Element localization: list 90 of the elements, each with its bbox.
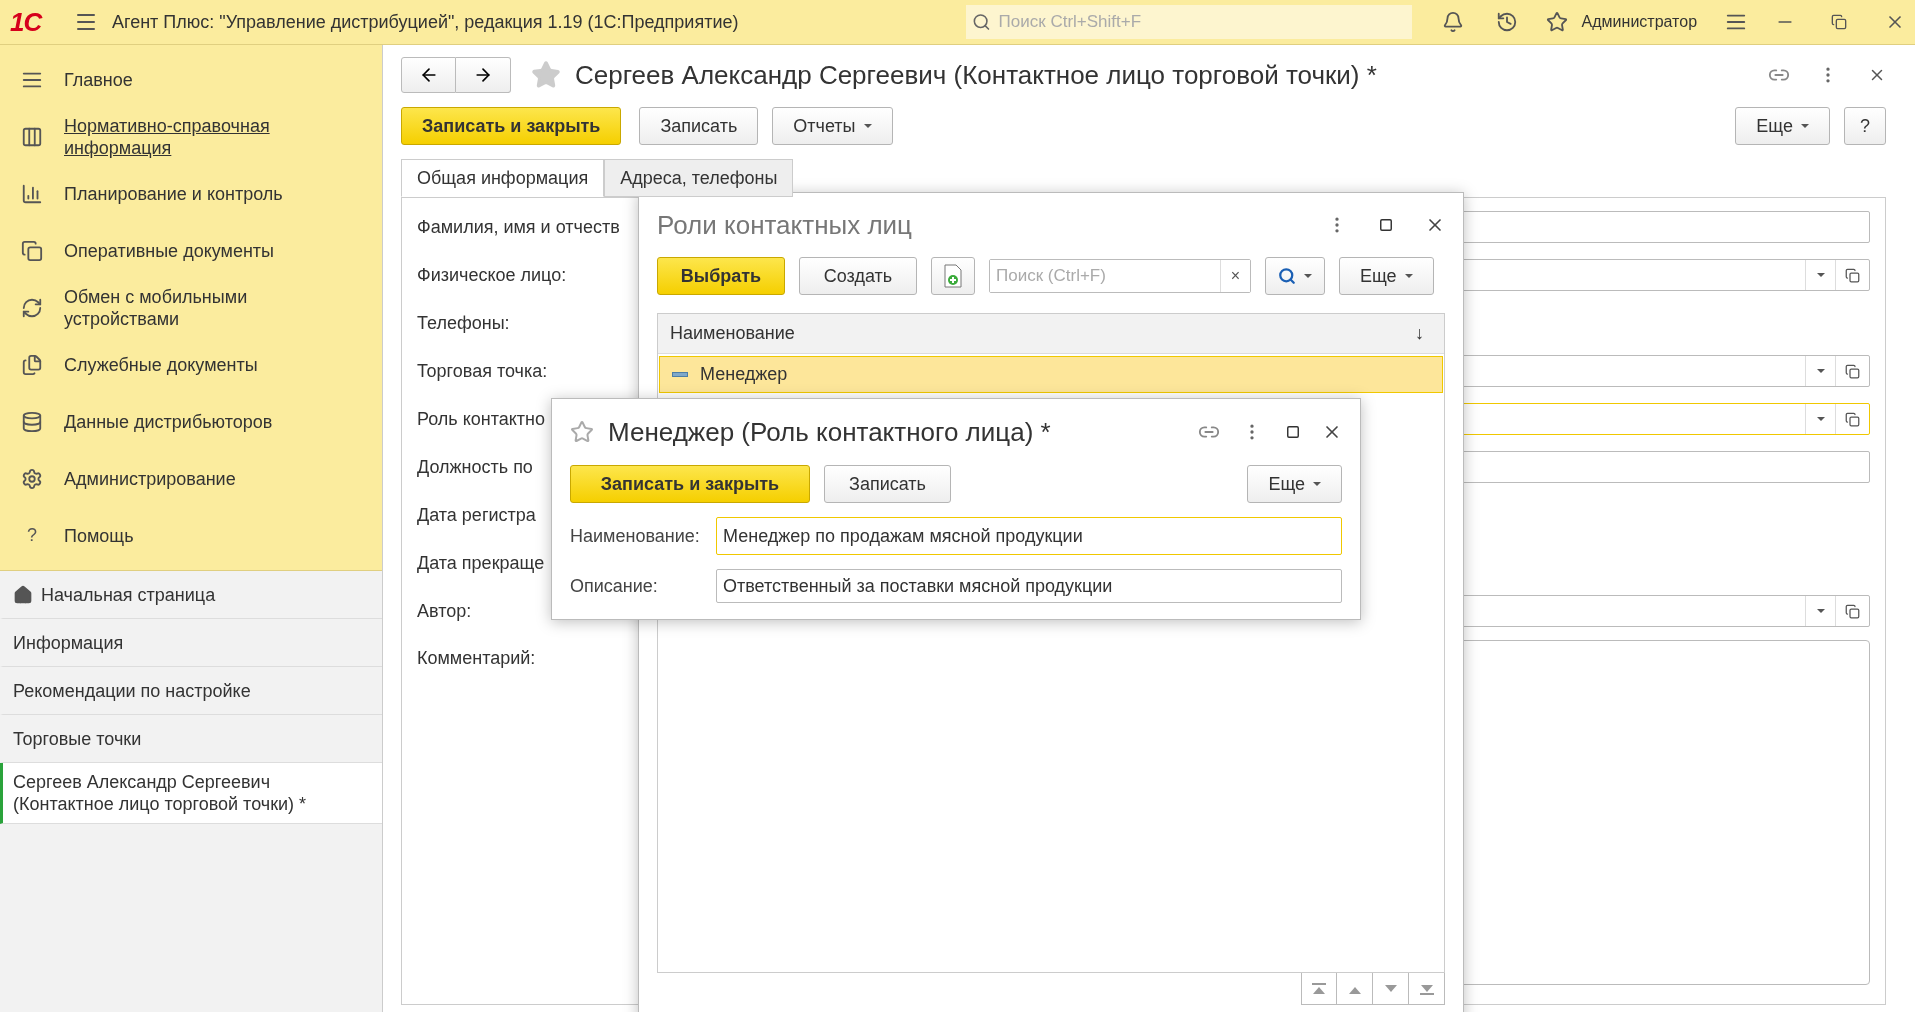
database-icon: [20, 410, 44, 433]
columns-icon: [20, 125, 44, 148]
field-label: Дата прекраще: [417, 552, 546, 574]
scroll-down-button[interactable]: [1373, 973, 1409, 1005]
copy-doc-button[interactable]: [931, 257, 975, 295]
section-link[interactable]: Главное: [64, 68, 133, 91]
open-window-label: Сергеев Александр Сергеевич (Контактное лицо торговой точки) *: [13, 771, 308, 815]
app-logo: 1С: [10, 6, 44, 38]
search-field[interactable]: Поиск Ctrl+Shift+F: [965, 5, 1412, 39]
search-button[interactable]: [1265, 257, 1325, 295]
scroll-bottom-button[interactable]: [1409, 973, 1445, 1005]
history-icon[interactable]: [1495, 11, 1518, 33]
sort-indicator[interactable]: ↓: [1415, 323, 1424, 344]
back-button[interactable]: [401, 57, 456, 93]
scroll-top-icon: [1310, 981, 1328, 996]
save-close-button[interactable]: Записать и закрыть: [401, 107, 622, 145]
scroll-top-button[interactable]: [1301, 973, 1337, 1005]
field-label: Физическое лицо:: [417, 264, 568, 286]
documents-icon: [20, 239, 44, 262]
help-button[interactable]: ?: [1844, 107, 1886, 145]
search-icon: [1278, 267, 1296, 285]
field-label: Роль контактно: [417, 408, 547, 430]
section-link[interactable]: Оперативные документы: [64, 239, 275, 262]
open-window-label: Рекомендации по настройке: [13, 679, 251, 702]
star-icon[interactable]: [1545, 11, 1568, 33]
open-icon[interactable]: [1845, 363, 1860, 379]
dialog-title: Менеджер (Роль контактного лица) *: [608, 416, 1051, 448]
user-name[interactable]: Администратор: [1581, 13, 1698, 31]
section-link[interactable]: Помощь: [64, 524, 134, 547]
tab[interactable]: Общая информация: [401, 159, 605, 197]
scroll-up-button[interactable]: [1337, 973, 1373, 1005]
more-button[interactable]: Еще: [1247, 465, 1342, 503]
section-link[interactable]: Планирование и контроль: [64, 182, 283, 205]
open-icon[interactable]: [1845, 603, 1860, 619]
app-title: Агент Плюс: "Управление дистрибуцией", редакция 1.19 (1С:Предприятие): [112, 11, 740, 33]
dialog-title: Роли контактных лиц: [657, 209, 912, 241]
more-button[interactable]: Еще: [1735, 107, 1830, 145]
save-close-button[interactable]: Записать и закрыть: [570, 465, 810, 503]
table-row[interactable]: Менеджер: [659, 356, 1443, 393]
forward-button[interactable]: [456, 57, 511, 93]
field-label: Описание:: [570, 575, 659, 597]
refresh-icon: [20, 296, 44, 319]
field-label: Фамилия, имя и отчеств: [417, 216, 621, 238]
column-header[interactable]: Наименование: [670, 323, 795, 344]
table-cell: Менеджер: [700, 364, 788, 385]
gear-icon: [20, 467, 44, 490]
open-window-item[interactable]: Сергеев Александр Сергеевич (Контактное лицо торговой точки) *: [0, 763, 382, 824]
open-window-label: Торговые точки: [13, 727, 142, 750]
choose-button[interactable]: Выбрать: [657, 257, 785, 295]
bell-icon[interactable]: [1441, 11, 1464, 33]
search-icon: [971, 12, 991, 32]
search-field[interactable]: Поиск (Ctrl+F) ×: [989, 259, 1251, 293]
field-label: Должность по: [417, 456, 534, 478]
reports-button[interactable]: Отчеты: [772, 107, 893, 145]
maximize-icon[interactable]: [1379, 218, 1393, 232]
field-label: Комментарий:: [417, 647, 537, 669]
open-window-label: Начальная страница: [41, 583, 216, 606]
field-label: Торговая точка:: [417, 360, 549, 382]
field-label: Дата регистра: [417, 504, 537, 526]
clear-button[interactable]: ×: [1220, 260, 1250, 292]
search-input[interactable]: Поиск Ctrl+Shift+F: [996, 11, 1406, 33]
form-title: Сергеев Александр Сергеевич (Контактное лицо торговой точки) *: [575, 59, 1377, 91]
save-button[interactable]: Записать: [824, 465, 951, 503]
document-add-icon: [942, 264, 964, 288]
field-label: Телефоны:: [417, 312, 511, 334]
restore-icon[interactable]: [1831, 14, 1848, 30]
create-button[interactable]: Создать: [799, 257, 917, 295]
field-label: Автор:: [417, 600, 473, 622]
item-icon: [672, 372, 688, 377]
open-icon[interactable]: [1845, 411, 1860, 427]
files-icon: [20, 353, 44, 376]
maximize-icon[interactable]: [1286, 425, 1300, 439]
input-field[interactable]: Менеджер по продажам мясной продукции: [716, 517, 1342, 555]
section-link[interactable]: Данные дистрибьюторов: [64, 410, 273, 433]
tab[interactable]: Адреса, телефоны: [604, 159, 794, 197]
field-label: Наименование:: [570, 525, 701, 547]
more-button[interactable]: Еще: [1339, 257, 1434, 295]
open-window-label: Информация: [13, 631, 124, 654]
section-link[interactable]: Нормативно-справочная информация: [64, 114, 324, 159]
section-link[interactable]: Администрирование: [64, 467, 236, 490]
section-link[interactable]: Служебные документы: [64, 353, 258, 376]
section-link[interactable]: Обмен с мобильными устройствами: [64, 285, 324, 330]
help-icon: ?: [20, 525, 44, 546]
open-icon[interactable]: [1845, 267, 1860, 283]
input-field[interactable]: Ответственный за поставки мясной продукции: [716, 569, 1342, 603]
star-icon[interactable]: [570, 420, 594, 444]
bar-chart-icon: [20, 182, 44, 205]
star-icon[interactable]: [531, 60, 561, 90]
home-icon: [13, 584, 33, 605]
save-button[interactable]: Записать: [639, 107, 759, 145]
